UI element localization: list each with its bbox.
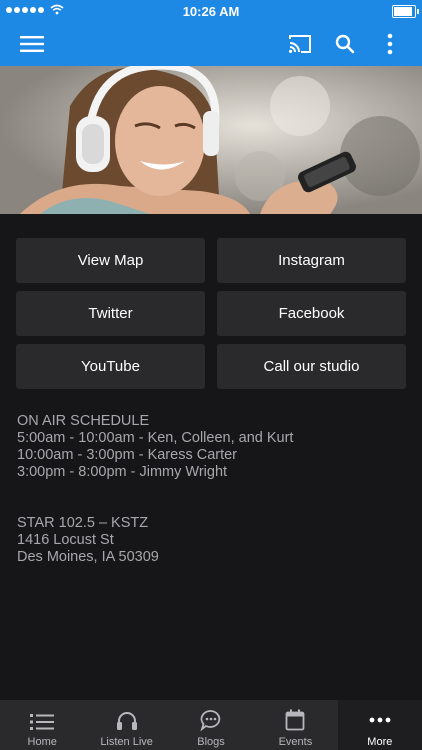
instagram-button[interactable]: Instagram: [217, 238, 406, 283]
station-street: 1416 Locust St: [17, 532, 114, 548]
call-studio-button[interactable]: Call our studio: [217, 344, 406, 389]
youtube-button[interactable]: YouTube: [16, 344, 205, 389]
chat-bubble-icon: [200, 710, 221, 731]
tab-home[interactable]: Home: [0, 700, 84, 750]
schedule-line: 10:00am - 3:00pm - Karess Carter: [17, 447, 238, 463]
hero-illustration: [0, 66, 422, 214]
tab-label: Events: [278, 736, 313, 748]
tab-label: Listen Live: [100, 736, 153, 748]
more-options-button[interactable]: [368, 22, 412, 66]
cast-icon: [289, 35, 311, 53]
more-vertical-icon: [387, 33, 393, 55]
cast-button[interactable]: [278, 22, 322, 66]
action-buttons-grid: View Map Instagram Twitter Facebook YouT…: [16, 238, 406, 389]
hero-image: [0, 66, 422, 214]
list-icon: [30, 714, 55, 730]
station-city: Des Moines, IA 50309: [17, 549, 159, 565]
schedule-line: 3:00pm - 8:00pm - Jimmy Wright: [17, 464, 228, 480]
app-toolbar: [0, 22, 422, 66]
tab-label: More: [367, 736, 393, 748]
schedule-line: 5:00am - 10:00am - Ken, Colleen, and Kur…: [17, 430, 294, 446]
tab-label: Blogs: [197, 736, 225, 748]
on-air-schedule: ON AIR SCHEDULE 5:00am - 10:00am - Ken, …: [17, 413, 293, 481]
headphones-icon: [116, 712, 137, 730]
tab-listen-live[interactable]: Listen Live: [84, 700, 168, 750]
battery-icon: [392, 5, 419, 18]
search-icon: [335, 34, 355, 54]
tab-more[interactable]: More: [337, 700, 422, 750]
facebook-button[interactable]: Facebook: [217, 291, 406, 336]
twitter-button[interactable]: Twitter: [16, 291, 205, 336]
tab-blogs[interactable]: Blogs: [169, 700, 253, 750]
status-bar: 10:26 AM: [0, 0, 422, 22]
bottom-tab-bar: Home Listen Live Blogs Events More: [0, 700, 422, 750]
schedule-heading: ON AIR SCHEDULE: [17, 413, 150, 429]
station-info: STAR 102.5 – KSTZ 1416 Locust St Des Moi…: [17, 515, 159, 566]
more-horizontal-icon: [369, 717, 391, 723]
calendar-icon: [286, 709, 305, 731]
search-button[interactable]: [323, 22, 367, 66]
tab-label: Home: [27, 736, 57, 748]
station-name: STAR 102.5 – KSTZ: [17, 515, 149, 531]
view-map-button[interactable]: View Map: [16, 238, 205, 283]
status-time: 10:26 AM: [182, 4, 240, 19]
hamburger-menu-icon: [20, 36, 44, 52]
menu-button[interactable]: [10, 22, 54, 66]
tab-events[interactable]: Events: [253, 700, 337, 750]
